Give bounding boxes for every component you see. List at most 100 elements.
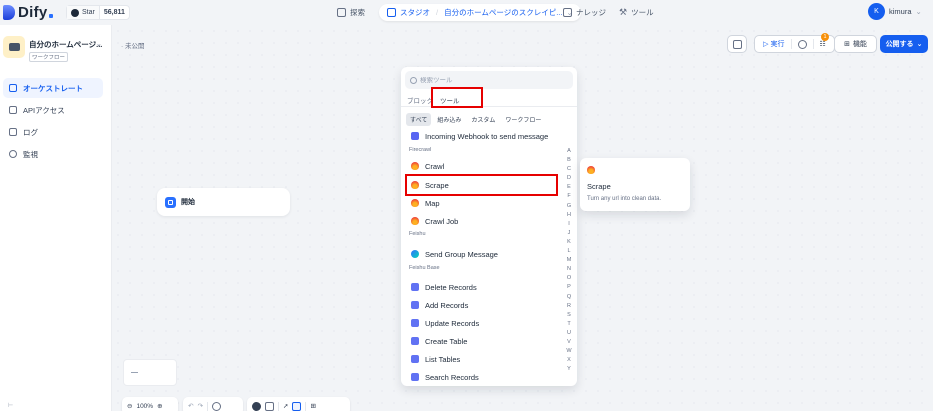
sidebar-item-logs[interactable]: ログ [3, 122, 103, 142]
alphabet-letter[interactable]: H [564, 211, 574, 220]
sidebar-item-label: 監視 [23, 149, 38, 159]
environment-button[interactable] [727, 35, 747, 53]
alphabet-letter[interactable]: O [564, 274, 574, 283]
alphabet-letter[interactable]: E [564, 183, 574, 192]
alphabet-letter[interactable]: U [564, 329, 574, 338]
tab-blocks[interactable]: ブロック [407, 95, 433, 105]
tool-search-input[interactable] [420, 76, 560, 84]
alphabet-letter[interactable]: G [564, 202, 574, 211]
pointer-icon[interactable]: ➚ [283, 402, 288, 410]
play-icon: ▷ [763, 41, 769, 48]
alphabet-letter[interactable]: D [564, 174, 574, 183]
sidebar-item-api-access[interactable]: APIアクセス [3, 100, 103, 120]
alphabet-letter[interactable]: N [564, 265, 574, 274]
feishu-base-icon [411, 301, 419, 309]
chevron-down-icon[interactable]: ⌄ [96, 40, 102, 48]
list-item-label: Create Table [425, 336, 468, 346]
alphabet-letter[interactable]: X [564, 356, 574, 365]
alphabet-letter[interactable]: V [564, 338, 574, 347]
zoom-level[interactable]: 100% [136, 403, 153, 410]
toolbar-divider [790, 39, 792, 49]
mode-controls: ➚ ⊞ [247, 397, 350, 411]
alphabet-letter[interactable]: Y [564, 365, 574, 374]
add-node-icon[interactable] [252, 401, 261, 411]
alphabet-letter[interactable]: C [564, 165, 574, 174]
collapse-sidebar-icon[interactable]: ⊢ [8, 402, 13, 409]
compass-icon [337, 8, 346, 17]
toolbar-divider [812, 39, 814, 49]
list-item-create-table[interactable]: Create Table [411, 334, 561, 348]
hand-icon[interactable] [292, 401, 302, 411]
alphabet-letter[interactable]: M [564, 256, 574, 265]
nav-app-name[interactable]: 自分のホームページのスクレイピ... [444, 7, 562, 18]
alphabet-letter[interactable]: Q [564, 293, 574, 302]
nav-explore[interactable]: 探索 [337, 4, 365, 21]
subtab-workflow[interactable]: ワークフロー [501, 113, 545, 126]
alphabet-letter[interactable]: P [564, 283, 574, 292]
list-item-list-tables[interactable]: List Tables [411, 352, 561, 366]
subtab-builtin[interactable]: 組み込み [433, 113, 465, 126]
organize-icon[interactable]: ⊞ [310, 402, 315, 410]
publish-button[interactable]: 公開する ⌄ [880, 35, 928, 53]
alphabet-letter[interactable]: J [564, 229, 574, 238]
run-label: 実行 [770, 41, 785, 48]
list-item-delete-records[interactable]: Delete Records [411, 280, 561, 294]
top-bar: Dify Star 56,811 探索 スタジオ / 自分のホームページのスクレ… [0, 0, 933, 25]
alphabet-letter[interactable]: B [564, 156, 574, 165]
tool-picker-panel: ブロック ツール すべて 組み込み カスタム ワークフロー Incoming W… [401, 67, 577, 386]
chevron-down-icon: ⌄ [915, 7, 922, 16]
github-star-count: 56,811 [103, 9, 125, 16]
alphabet-letter[interactable]: W [564, 347, 574, 356]
subtab-all[interactable]: すべて [406, 113, 432, 126]
redo-icon[interactable]: ↷ [197, 402, 202, 410]
start-node[interactable]: 開始 [157, 188, 290, 216]
list-item-send-group-message[interactable]: Send Group Message [411, 247, 561, 261]
history-button[interactable] [795, 36, 810, 52]
tooltip-title: Scrape [587, 182, 611, 191]
list-item-map[interactable]: Map [411, 196, 561, 210]
minimap[interactable] [123, 359, 177, 386]
zoom-in-icon[interactable]: ⊕ [157, 402, 162, 410]
user-name: kimura [889, 7, 912, 16]
alphabet-letter[interactable]: I [564, 220, 574, 229]
alphabet-letter[interactable]: S [564, 311, 574, 320]
history-icon[interactable] [211, 401, 221, 411]
zoom-out-icon[interactable]: ⊖ [127, 402, 132, 410]
list-item-crawl-job[interactable]: Crawl Job [411, 214, 561, 228]
add-note-icon[interactable] [265, 401, 274, 411]
alphabet-letter[interactable]: K [564, 238, 574, 247]
alphabet-letter[interactable]: L [564, 247, 574, 256]
layout-icon [9, 84, 17, 92]
sidebar-item-label: ログ [23, 127, 38, 137]
alphabet-index[interactable]: ABCDEFGHIJKLMNOPQRSTUVWXY [564, 147, 574, 374]
list-item-label: Crawl [425, 161, 445, 171]
alphabet-letter[interactable]: A [564, 147, 574, 156]
nav-studio[interactable]: スタジオ / 自分のホームページのスクレイピ... ⌄ [379, 4, 581, 21]
nav-knowledge[interactable]: ナレッジ [563, 4, 606, 21]
app-header[interactable]: 自分のホームページ... ワークフロー [3, 36, 102, 62]
list-item-label: Search Records [425, 372, 479, 382]
features-button[interactable]: ⊞ 機能 [834, 35, 877, 53]
sidebar-item-monitoring[interactable]: 監視 [3, 144, 103, 164]
list-item-update-records[interactable]: Update Records [411, 316, 561, 330]
alphabet-letter[interactable]: T [564, 320, 574, 329]
nav-tools[interactable]: ⚒ ツール [619, 4, 654, 21]
run-button[interactable]: ▷ 実行 [760, 36, 787, 52]
undo-icon[interactable]: ↶ [188, 402, 193, 410]
list-item-crawl[interactable]: Crawl [411, 159, 561, 173]
list-item-add-records[interactable]: Add Records [411, 298, 561, 312]
firecrawl-icon [587, 166, 595, 174]
dify-logo[interactable]: Dify [3, 4, 53, 21]
firecrawl-icon [411, 217, 419, 225]
alphabet-letter[interactable]: F [564, 192, 574, 201]
alphabet-letter[interactable]: R [564, 302, 574, 311]
user-menu[interactable]: K kimura ⌄ [868, 3, 922, 20]
sidebar-item-orchestrate[interactable]: オーケストレート [3, 78, 103, 98]
list-item-webhook[interactable]: Incoming Webhook to send message [411, 129, 561, 143]
github-star-button[interactable]: Star 56,811 [66, 5, 130, 20]
dify-logo-text: Dify [18, 4, 48, 21]
list-item-label: List Tables [425, 354, 461, 364]
monitor-icon [9, 150, 17, 158]
list-item-search-records[interactable]: Search Records [411, 370, 561, 384]
subtab-custom[interactable]: カスタム [467, 113, 499, 126]
